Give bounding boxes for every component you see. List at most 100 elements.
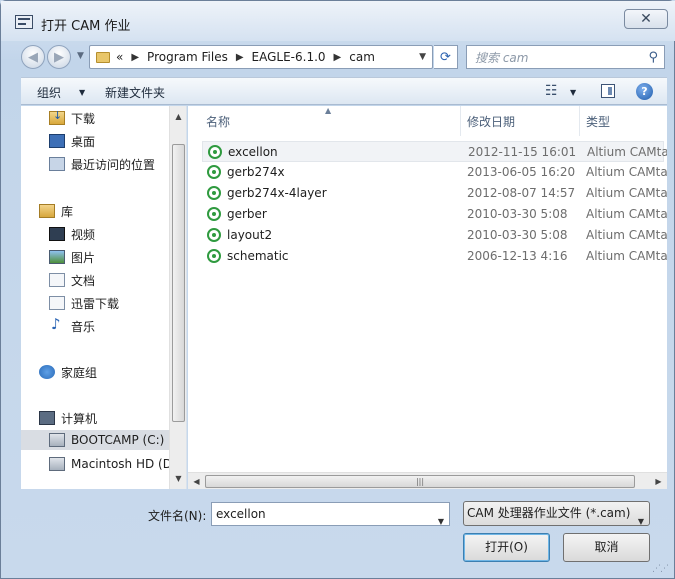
scroll-down-icon[interactable]: ▼ [170,470,187,487]
sidebar-item-bootcamp[interactable]: BOOTCAMP (C:) [21,430,186,450]
file-type: Altium CAMtas [586,228,667,242]
navigation-scrollbar[interactable]: ▲ ▼ [169,106,186,489]
cam-file-icon [207,249,221,263]
search-input[interactable]: 搜索 cam ⚲ [466,45,665,69]
file-list-horizontal-scrollbar[interactable]: ◀ ||| ▶ [188,472,667,489]
file-row[interactable]: gerber 2010-03-30 5:08 Altium CAMtas [202,204,667,225]
cam-file-icon [207,228,221,242]
forward-button[interactable]: ▶ [47,45,71,69]
file-row[interactable]: layout2 2010-03-30 5:08 Altium CAMtas [202,225,667,246]
resize-grip-icon[interactable]: ⋰⋰ [652,564,669,574]
sidebar-item-videos[interactable]: 视频 [49,224,95,244]
chevron-right-icon[interactable]: ▶ [236,52,244,63]
address-bar[interactable]: « ▶ Program Files ▶ EAGLE-6.1.0 ▶ cam ▼ [89,45,433,69]
file-row[interactable]: gerb274x 2013-06-05 16:20 Altium CAMtas [202,162,667,183]
sidebar-item-label: 最近访问的位置 [71,157,156,172]
sidebar-item-label: 桌面 [71,134,96,149]
navigation-pane: 下载 桌面 最近访问的位置 库 视频 图片 文档 迅雷下载 [21,106,187,489]
cam-file-icon [207,207,221,221]
file-type: Altium CAMtas [586,186,667,200]
video-library-icon [49,227,65,241]
new-folder-button[interactable]: 新建文件夹 [105,84,165,101]
close-button[interactable]: ✕ [624,9,668,29]
sidebar-item-label: 计算机 [61,411,98,426]
sidebar-item-label: 音乐 [71,319,96,334]
sidebar-item-recent-places[interactable]: 最近访问的位置 [49,154,155,174]
organize-button[interactable]: 组织 [37,84,61,101]
file-row[interactable]: schematic 2006-12-13 4:16 Altium CAMtas [202,246,667,267]
dialog-title: 打开 CAM 作业 [41,19,131,34]
scroll-up-icon[interactable]: ▲ [170,108,187,125]
music-library-icon [49,315,65,333]
title-bar[interactable]: 打开 CAM 作业 ✕ [1,1,675,41]
pictures-library-icon [49,250,65,264]
file-name: layout2 [227,228,273,242]
open-button[interactable]: 打开(O) [463,533,550,562]
forward-arrow-icon: ▶ [54,49,64,65]
back-arrow-icon: ◀ [28,49,38,65]
open-file-dialog: 打开 CAM 作业 ✕ ◀ ▶ ▼ « ▶ Program Files ▶ EA… [0,0,675,579]
breadcrumb-eagle[interactable]: EAGLE-6.1.0 [252,50,326,64]
dialog-app-icon [15,15,33,29]
sidebar-item-downloads[interactable]: 下载 [49,108,95,128]
file-type-filter-value: CAM 处理器作业文件 (*.cam) [467,506,631,520]
file-row[interactable]: gerb274x-4layer 2012-08-07 14:57 Altium … [202,183,667,204]
sidebar-item-xunlei[interactable]: 迅雷下载 [49,293,119,313]
breadcrumb-program-files[interactable]: Program Files [147,50,228,64]
address-dropdown-icon[interactable]: ▼ [419,52,426,62]
chevron-down-icon[interactable]: ▼ [438,511,444,533]
sidebar-item-desktop[interactable]: 桌面 [49,131,95,151]
sidebar-item-label: 库 [61,204,74,219]
breadcrumb-cam[interactable]: cam [349,50,375,64]
library-icon [39,204,55,218]
file-name: gerb274x [227,165,285,179]
search-icon[interactable]: ⚲ [648,50,658,65]
filename-input[interactable]: excellon ▼ [211,502,450,526]
recent-locations-dropdown-icon[interactable]: ▼ [77,51,84,61]
column-header-name[interactable]: 名称 [188,106,461,136]
file-name: gerb274x-4layer [227,186,327,200]
view-options-icon[interactable]: ☷ [545,83,558,99]
sidebar-item-label: 迅雷下载 [71,296,120,311]
preview-pane-icon[interactable] [601,84,615,98]
column-header-type[interactable]: 类型 [580,106,667,136]
drive-icon [49,457,65,471]
chevron-down-icon[interactable]: ▼ [638,510,644,533]
sidebar-item-documents[interactable]: 文档 [49,270,95,290]
file-date: 2010-03-30 5:08 [467,228,568,242]
sidebar-item-computer[interactable]: 计算机 [39,408,97,428]
sidebar-item-libraries[interactable]: 库 [39,201,73,221]
file-name: gerber [227,207,267,221]
cam-file-icon [207,186,221,200]
column-header-date[interactable]: 修改日期 [461,106,580,136]
help-icon[interactable]: ? [636,83,653,100]
scroll-right-icon[interactable]: ▶ [650,473,667,490]
cancel-button[interactable]: 取消 [563,533,650,562]
back-button[interactable]: ◀ [21,45,45,69]
desktop-icon [49,134,65,148]
scroll-thumb[interactable] [172,144,185,422]
chevron-right-icon[interactable]: ▶ [334,52,342,63]
file-row[interactable]: excellon 2012-11-15 16:01 Altium CAMtas [202,141,667,162]
sidebar-item-label: BOOTCAMP (C:) [71,433,165,447]
scroll-left-icon[interactable]: ◀ [188,473,205,490]
scroll-thumb[interactable]: ||| [205,475,635,488]
file-type: Altium CAMtas [586,207,667,221]
sidebar-item-label: 下载 [71,111,96,126]
sidebar-item-pictures[interactable]: 图片 [49,247,95,267]
sidebar-item-macintosh-hd[interactable]: Macintosh HD (D [49,454,172,474]
chevron-down-icon[interactable]: ▼ [570,88,576,97]
refresh-button[interactable]: ⟳ [434,45,458,69]
command-toolbar: 组织 ▼ 新建文件夹 ☷ ▼ ? [21,77,667,105]
sidebar-item-homegroup[interactable]: 家庭组 [39,362,97,382]
homegroup-icon [39,365,55,379]
sidebar-item-label: 视频 [71,227,96,242]
sidebar-item-music[interactable]: 音乐 [49,315,96,336]
sidebar-item-label: Macintosh HD (D [71,457,172,471]
download-folder-icon [49,109,65,125]
chevron-right-icon[interactable]: ▶ [131,52,139,63]
file-type-filter[interactable]: CAM 处理器作业文件 (*.cam) ▼ [463,501,650,526]
chevron-down-icon[interactable]: ▼ [79,88,85,97]
breadcrumb-overflow[interactable]: « [116,50,123,64]
sidebar-item-label: 图片 [71,250,96,265]
